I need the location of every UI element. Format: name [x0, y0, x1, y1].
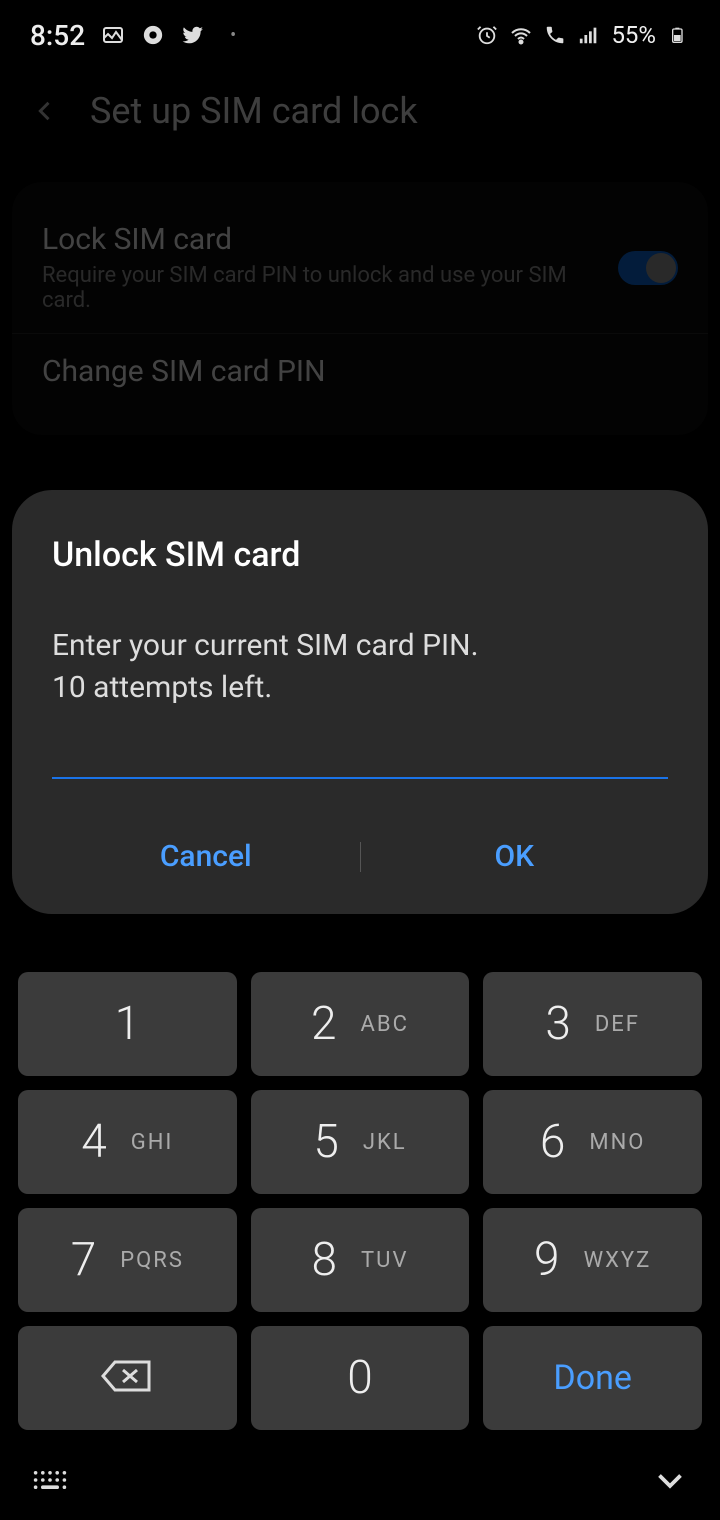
dialog-actions: Cancel OK	[52, 829, 668, 884]
key-9[interactable]: 9 WXYZ	[483, 1208, 702, 1312]
pin-input[interactable]	[52, 739, 668, 779]
setting-change-pin-title: Change SIM card PIN	[42, 354, 326, 389]
key-digit: 2	[311, 997, 337, 1051]
key-digit: 1	[115, 997, 141, 1051]
setting-change-pin[interactable]: Change SIM card PIN	[12, 334, 708, 415]
collapse-keyboard-icon[interactable]	[650, 1465, 690, 1495]
key-digit: 6	[540, 1115, 566, 1169]
nav-bar	[0, 1440, 720, 1520]
done-label: Done	[553, 1358, 632, 1398]
settings-card: Lock SIM card Require your SIM card PIN …	[12, 182, 708, 435]
battery-icon	[666, 23, 690, 47]
alarm-icon	[475, 23, 499, 47]
key-8[interactable]: 8 TUV	[251, 1208, 470, 1312]
picture-icon	[101, 23, 125, 47]
key-digit: 5	[313, 1115, 339, 1169]
key-3[interactable]: 3 DEF	[483, 972, 702, 1076]
key-letters: GHI	[131, 1130, 174, 1155]
status-left: 8:52 •	[30, 19, 245, 52]
dot-icon: •	[221, 23, 245, 47]
key-digit: 0	[347, 1351, 373, 1405]
numeric-keypad: 1 2 ABC 3 DEF 4 GHI 5 JKL 6 MNO 7 PQRS 8…	[18, 972, 702, 1430]
key-1[interactable]: 1	[18, 972, 237, 1076]
key-letters: MNO	[589, 1130, 645, 1155]
key-letters: WXYZ	[584, 1248, 652, 1273]
key-letters: DEF	[595, 1012, 640, 1037]
key-letters: PQRS	[120, 1248, 184, 1273]
signal-icon	[577, 23, 601, 47]
keyboard-switch-icon[interactable]	[30, 1465, 70, 1495]
setting-lock-sim[interactable]: Lock SIM card Require your SIM card PIN …	[12, 202, 708, 334]
key-7[interactable]: 7 PQRS	[18, 1208, 237, 1312]
key-0[interactable]: 0	[251, 1326, 470, 1430]
ok-button[interactable]: OK	[361, 829, 669, 884]
key-done[interactable]: Done	[483, 1326, 702, 1430]
key-digit: 9	[534, 1233, 560, 1287]
page-title: Set up SIM card lock	[90, 90, 418, 132]
lock-sim-toggle[interactable]	[618, 251, 678, 285]
key-2[interactable]: 2 ABC	[251, 972, 470, 1076]
key-4[interactable]: 4 GHI	[18, 1090, 237, 1194]
dialog-title: Unlock SIM card	[52, 535, 668, 575]
key-letters: ABC	[361, 1012, 409, 1037]
back-icon[interactable]	[30, 96, 60, 126]
backspace-icon	[101, 1358, 153, 1398]
key-digit: 4	[81, 1115, 107, 1169]
setting-lock-sim-title: Lock SIM card	[42, 222, 618, 257]
unlock-sim-dialog: Unlock SIM card Enter your current SIM c…	[12, 490, 708, 914]
wifi-icon	[509, 23, 533, 47]
status-right: 55%	[475, 21, 690, 49]
key-digit: 3	[545, 997, 571, 1051]
status-time: 8:52	[30, 19, 85, 52]
key-6[interactable]: 6 MNO	[483, 1090, 702, 1194]
key-5[interactable]: 5 JKL	[251, 1090, 470, 1194]
setting-lock-sim-subtitle: Require your SIM card PIN to unlock and …	[42, 263, 618, 313]
screen-header: Set up SIM card lock	[0, 70, 720, 152]
status-bar: 8:52 • 55%	[0, 0, 720, 70]
location-icon	[141, 23, 165, 47]
dialog-message: Enter your current SIM card PIN. 10 atte…	[52, 625, 668, 709]
key-backspace[interactable]	[18, 1326, 237, 1430]
dialog-message-line1: Enter your current SIM card PIN.	[52, 625, 668, 667]
dialog-message-line2: 10 attempts left.	[52, 667, 668, 709]
twitter-icon	[181, 23, 205, 47]
battery-percent: 55%	[611, 21, 656, 49]
key-digit: 7	[71, 1233, 97, 1287]
cancel-button[interactable]: Cancel	[52, 829, 360, 884]
key-letters: JKL	[363, 1130, 407, 1155]
call-icon	[543, 23, 567, 47]
key-letters: TUV	[361, 1248, 408, 1273]
key-digit: 8	[312, 1233, 338, 1287]
